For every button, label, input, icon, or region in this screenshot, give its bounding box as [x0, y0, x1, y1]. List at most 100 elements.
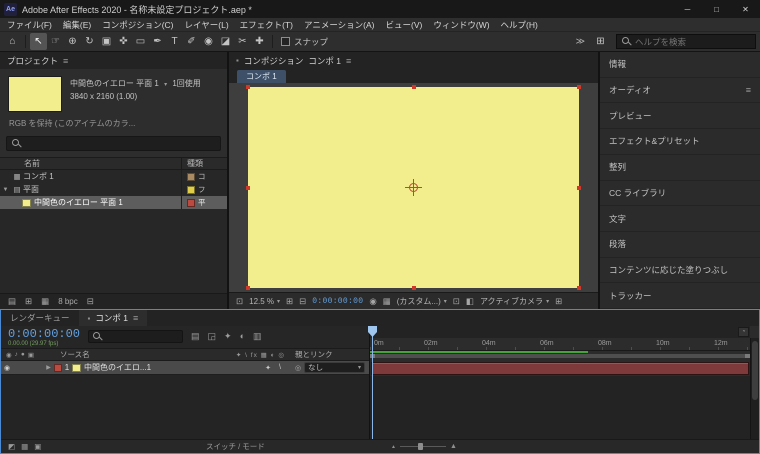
panel-tab-character[interactable]: 文字	[600, 206, 760, 232]
solid-layer-canvas[interactable]	[246, 85, 581, 290]
shape-tool-icon[interactable]: ▭	[132, 33, 149, 50]
panel-tab-info[interactable]: 情報	[600, 52, 760, 78]
eraser-tool-icon[interactable]: ◪	[217, 33, 234, 50]
eye-icon[interactable]: ◉	[1, 364, 13, 372]
workspace-icon[interactable]: ⊞	[592, 33, 609, 50]
time-ruler[interactable]: 0m 02m 04m 06m 08m 10m 12m	[370, 338, 750, 351]
timeline-search-field[interactable]	[88, 330, 184, 343]
table-row[interactable]: ▦ コンポ 1 コ	[0, 170, 227, 183]
clone-stamp-tool-icon[interactable]: ◉	[200, 33, 217, 50]
new-composition-icon[interactable]: ▦	[41, 296, 49, 307]
interpret-footage-icon[interactable]: ▤	[8, 296, 16, 307]
panel-tab-paragraph[interactable]: 段落	[600, 231, 760, 258]
selection-handle[interactable]	[246, 286, 250, 290]
selection-handle[interactable]	[411, 85, 416, 89]
menu-file[interactable]: ファイル(F)	[7, 19, 52, 31]
current-timecode[interactable]: 0:00:00:00	[8, 328, 80, 341]
label-color-chip[interactable]	[187, 198, 195, 207]
selection-handle[interactable]	[577, 185, 581, 190]
motion-blur-icon[interactable]: ◐	[240, 331, 245, 348]
brush-tool-icon[interactable]: ✐	[183, 33, 200, 50]
snap-checkbox[interactable]	[281, 37, 290, 46]
layer-name[interactable]: 中間色のイエロ...1	[84, 362, 176, 373]
viewer-tab-comp1[interactable]: コンポ 1	[237, 70, 286, 83]
scrollbar-thumb[interactable]	[752, 341, 758, 400]
expand-in-out-icon[interactable]: ▣	[34, 442, 41, 451]
menu-edit[interactable]: 編集(E)	[63, 19, 91, 31]
menu-animation[interactable]: アニメーション(A)	[304, 19, 375, 31]
project-panel-header[interactable]: プロジェクト ≡	[0, 52, 227, 69]
toolbar-overflow-icon[interactable]: ≫	[576, 36, 585, 47]
menu-view[interactable]: ビュー(V)	[386, 19, 423, 31]
selection-handle[interactable]	[246, 185, 250, 190]
table-row[interactable]: ▼ ▤ 平面 フ	[0, 183, 227, 196]
help-search-field[interactable]	[616, 34, 756, 49]
zoom-slider-thumb[interactable]	[417, 443, 423, 450]
view-layout-icon[interactable]: ⊞	[555, 296, 562, 307]
quality-switch-icon[interactable]: \	[279, 364, 281, 372]
pen-tool-icon[interactable]: ✒	[149, 33, 166, 50]
project-bpc[interactable]: 8 bpc	[58, 297, 78, 306]
parent-dropdown[interactable]: なし ▾	[304, 362, 365, 373]
chevron-down-icon[interactable]: ▾	[164, 81, 167, 91]
anchor-point-icon[interactable]	[404, 178, 422, 196]
hide-shy-layers-icon[interactable]: ✦	[224, 331, 232, 348]
snap-toggle[interactable]: スナップ	[281, 36, 328, 48]
viewer-timecode[interactable]: 0:00:00:00	[312, 297, 363, 306]
work-area-bar[interactable]	[370, 354, 750, 358]
home-icon[interactable]: ⌂	[4, 33, 21, 50]
playhead[interactable]	[368, 326, 377, 439]
composition-mini-flowchart-icon[interactable]: ▤	[191, 331, 200, 348]
orbit-tool-icon[interactable]: ↻	[81, 33, 98, 50]
zoom-in-mountain-icon[interactable]: ▲	[450, 443, 457, 450]
camera-tool-icon[interactable]: ▣	[98, 33, 115, 50]
layer-duration-bar[interactable]	[371, 362, 749, 375]
panel-tab-tracker[interactable]: トラッカー	[600, 283, 760, 310]
menu-layer[interactable]: レイヤー(L)	[185, 19, 229, 31]
table-row-selected[interactable]: 中間色のイエロー 平面 1 平	[0, 196, 227, 209]
label-color-chip[interactable]	[187, 172, 195, 181]
draft-3d-icon[interactable]: ◲	[208, 331, 217, 348]
zoom-slider[interactable]	[399, 443, 446, 450]
panel-menu-icon[interactable]: ≡	[746, 85, 751, 95]
toggle-mask-icon[interactable]: ⊟	[299, 296, 306, 307]
composition-viewer[interactable]	[229, 83, 598, 292]
column-source-name[interactable]: ソース名	[60, 349, 90, 360]
pickwhip-icon[interactable]: ◎	[295, 364, 301, 372]
menu-composition[interactable]: コンポジション(C)	[102, 19, 173, 31]
expand-transfer-controls-icon[interactable]: ▦	[21, 442, 28, 451]
magnification-dropdown[interactable]: 12.5 % ▾	[249, 297, 280, 306]
panel-tab-audio[interactable]: オーディオ ≡	[600, 77, 760, 104]
layer-row-selected[interactable]: ◉ ▶ 1 中間色のイエロ...1 ✦ \ ◎ なし ▾	[1, 361, 369, 375]
selection-handle[interactable]	[577, 286, 581, 290]
text-tool-icon[interactable]: T	[166, 33, 183, 50]
maximize-button[interactable]: □	[702, 0, 731, 18]
comp-marker-bin-icon[interactable]: ◔	[738, 327, 749, 337]
transparency-grid-icon[interactable]: ◧	[466, 296, 474, 307]
minimize-button[interactable]: ─	[673, 0, 702, 18]
panel-menu-icon[interactable]: ≡	[133, 313, 138, 323]
switches-modes-toggle[interactable]: スイッチ / モード	[206, 441, 265, 452]
help-search-input[interactable]	[635, 36, 750, 47]
viewer-lock-icon[interactable]: ▪	[236, 56, 239, 65]
selection-handle[interactable]	[577, 85, 581, 89]
panel-tab-content-aware-fill[interactable]: コンテンツに応じた塗りつぶし	[600, 257, 760, 284]
grid-guides-icon[interactable]: ⊞	[286, 296, 293, 307]
panel-menu-icon[interactable]: ≡	[63, 56, 68, 66]
menu-help[interactable]: ヘルプ(H)	[501, 19, 538, 31]
panel-tab-align[interactable]: 整列	[600, 154, 760, 181]
panel-menu-icon[interactable]: ≡	[346, 56, 351, 66]
panel-tab-effects-presets[interactable]: エフェクト&プリセット	[600, 129, 760, 155]
composition-panel-header[interactable]: ▪ コンポジション コンポ 1 ≡	[229, 52, 598, 69]
region-of-interest-icon[interactable]: ⊡	[453, 296, 460, 307]
zoom-tool-icon[interactable]: ⊕	[64, 33, 81, 50]
graph-editor-icon[interactable]: ▥	[253, 331, 262, 348]
layer-label-chip[interactable]	[54, 363, 62, 372]
shy-switch-icon[interactable]: ✦	[265, 364, 271, 372]
hand-tool-icon[interactable]: ☞	[47, 33, 64, 50]
menu-window[interactable]: ウィンドウ(W)	[433, 19, 489, 31]
timeline-scrollbar[interactable]	[750, 338, 759, 439]
label-color-chip[interactable]	[187, 185, 195, 194]
zoom-out-mountain-icon[interactable]: ▲	[391, 444, 396, 450]
resolution-dropdown[interactable]: (カスタム...) ▾	[397, 296, 447, 307]
